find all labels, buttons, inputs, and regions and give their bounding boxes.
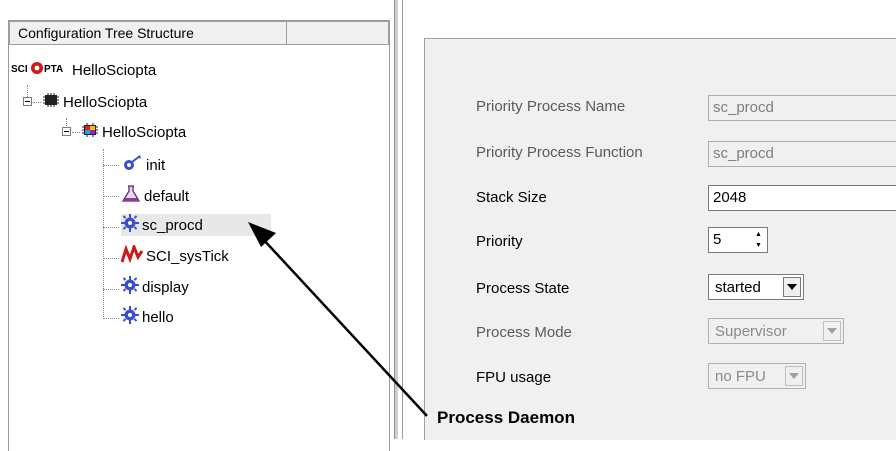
tree-guide-line [33,102,41,103]
tree-header-column-2[interactable] [286,21,389,45]
priority-process-name-label: Priority Process Name [476,98,626,115]
tree-node-process-sc-procd[interactable]: sc_procd [121,214,271,236]
interrupt-icon [120,242,144,267]
dropdown-arrow-icon [823,321,841,341]
process-mode-select: Supervisor [708,318,844,344]
gear-process-icon [121,276,139,298]
tree-node-process-sci-systick[interactable]: SCI_sysTick [120,242,229,267]
tree-node-system-label: HelloSciopta [63,93,148,111]
process-label: init [146,156,166,174]
sciopta-logo-icon: SCI PTA [11,61,69,79]
tree-guide-line [72,132,80,133]
priority-spinner[interactable]: 5 ▲ ▼ [708,227,768,253]
tree-node-process-display[interactable]: display [121,276,189,298]
tree-guide-line [103,318,119,319]
tree-header: Configuration Tree Structure [9,21,389,45]
process-mode-value: Supervisor [715,323,787,340]
stack-size-field[interactable]: 2048 [708,185,896,211]
priority-process-function-field: sc_procd [708,141,896,167]
tree-guide-line [103,227,119,228]
priority-process-name-field: sc_procd [708,95,896,121]
spin-down-icon[interactable]: ▼ [751,240,766,251]
fpu-usage-select: no FPU [708,363,806,389]
tree-node-module[interactable]: HelloSciopta [81,121,186,143]
process-label: sc_procd [142,216,203,234]
process-state-select[interactable]: started [708,274,804,300]
process-state-label: Process State [476,280,570,297]
tree-node-root[interactable]: SCI PTA HelloSciopta [11,59,156,81]
tree-node-module-label: HelloSciopta [102,123,187,141]
fpu-usage-value: no FPU [715,368,766,385]
tree-node-process-hello[interactable]: hello [121,306,174,328]
tree-node-system[interactable]: HelloSciopta [42,91,147,113]
priority-process-function-label: Priority Process Function [476,144,643,161]
module-chip-icon [81,122,99,142]
tree-node-process-init[interactable]: init [121,154,165,176]
process-mode-label: Process Mode [476,324,572,341]
panel-divider [402,0,403,439]
process-state-value: started [715,279,761,296]
priority-label: Priority [476,233,523,250]
dropdown-arrow-icon [785,366,803,386]
tree-guide-line [103,258,119,259]
tree-guide-line [103,165,119,166]
fpu-usage-label: FPU usage [476,369,552,386]
dropdown-arrow-icon[interactable] [783,277,801,297]
process-label: default [144,187,190,205]
priority-value: 5 [713,231,722,248]
process-label: display [142,278,189,296]
process-label: hello [142,308,174,326]
stack-size-label: Stack Size [476,189,547,206]
panel-splitter[interactable] [394,0,398,439]
collapse-toggle-icon[interactable] [23,97,32,106]
tree-guide-line [103,149,104,317]
tree-header-column-title[interactable]: Configuration Tree Structure [9,21,287,45]
tree-guide-line [103,289,119,290]
init-process-icon [121,154,143,176]
tree-node-root-label: HelloSciopta [72,61,157,79]
cpu-chip-icon [42,92,60,112]
tree-node-process-default[interactable]: default [121,185,189,207]
collapse-toggle-icon[interactable] [62,127,71,136]
svg-text:PTA: PTA [44,64,63,75]
spin-up-icon[interactable]: ▲ [751,229,766,240]
flask-icon [121,185,141,207]
tree-guide-line [103,196,119,197]
tree-panel: Configuration Tree Structure SCI PTA Hel… [8,20,390,451]
gear-process-icon [121,306,139,328]
process-label: SCI_sysTick [146,247,229,265]
annotation-label: Process Daemon [437,408,575,427]
svg-text:SCI: SCI [11,64,28,75]
gear-process-icon [121,214,139,236]
